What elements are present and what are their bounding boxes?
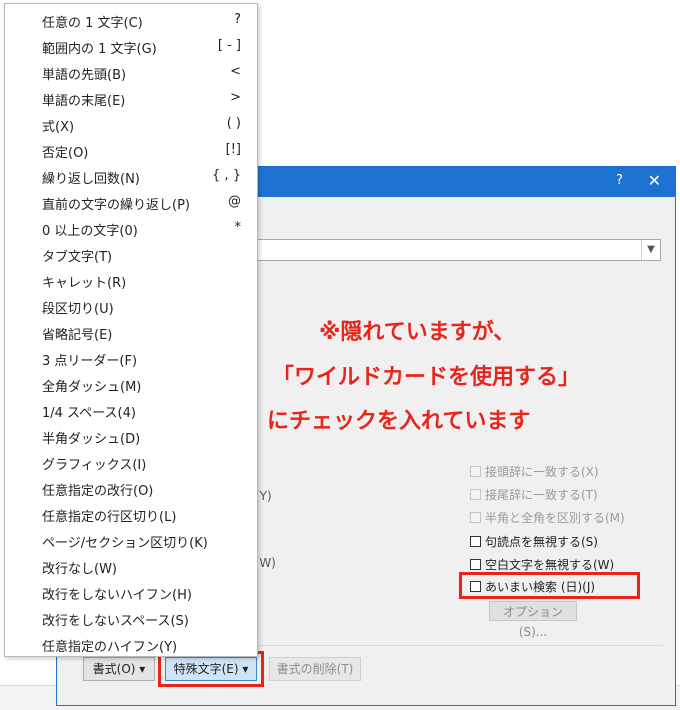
menu-item-label: 半角ダッシュ(D) (42, 432, 141, 447)
menu-item[interactable]: ページ/セクション区切り(K) (5, 528, 257, 554)
menu-item-label: 単語の先頭(B) (42, 68, 127, 83)
fuzzy-options-button[interactable]: オプション(S)... (489, 601, 577, 639)
checkbox[interactable] (470, 512, 481, 523)
option-label: 空白文字を無視する(W) (485, 558, 615, 572)
menu-item[interactable]: 式(X) ( ) (5, 112, 257, 138)
search-combo[interactable]: ▼ (257, 239, 661, 261)
format-button[interactable]: 書式(O) ▾ (83, 657, 155, 681)
match-width-option[interactable]: 半角と全角を区別する(M) (470, 509, 625, 526)
menu-item-label: ページ/セクション区切り(K) (42, 536, 208, 551)
menu-item-label: 改行をしないスペース(S) (42, 614, 189, 629)
menu-item-label: 改行をしないハイフン(H) (42, 588, 192, 603)
menu-item[interactable]: 否定(O) [!] (5, 138, 257, 164)
close-button[interactable]: ✕ (648, 171, 661, 190)
menu-item[interactable]: 直前の文字の繰り返し(P) @ (5, 190, 257, 216)
menu-item[interactable]: 半角ダッシュ(D) (5, 424, 257, 450)
menu-item[interactable]: 改行をしないハイフン(H) (5, 580, 257, 606)
menu-item-label: 3 点リーダー(F) (42, 354, 138, 369)
menu-item-shortcut: [ - ] (217, 38, 241, 53)
menu-item[interactable]: キャレット(R) (5, 268, 257, 294)
menu-item-shortcut: < (230, 64, 241, 79)
checkbox[interactable] (470, 489, 481, 500)
option-label: 接尾辞に一致する(T) (485, 488, 598, 502)
menu-item[interactable]: タブ文字(T) (5, 242, 257, 268)
menu-item-label: 省略記号(E) (42, 328, 113, 343)
special-characters-menu: 任意の 1 文字(C)? 範囲内の 1 文字(G) [ - ] 単語の先頭(B) <… (4, 3, 258, 657)
checkbox[interactable] (470, 559, 481, 570)
menu-item[interactable]: 任意指定の行区切り(L) (5, 502, 257, 528)
menu-item-label: 1/4 スペース(4) (42, 406, 136, 421)
menu-item-label: 直前の文字の繰り返し(P) (42, 198, 190, 213)
menu-item[interactable]: 任意指定のハイフン(Y) (5, 632, 257, 658)
menu-item-shortcut: ? (234, 12, 241, 27)
ignore-punctuation-option[interactable]: 句読点を無視する(S) (470, 533, 598, 550)
menu-item-label: 単語の末尾(E) (42, 94, 126, 109)
ignore-whitespace-option[interactable]: 空白文字を無視する(W) (470, 556, 614, 573)
menu-item[interactable]: 1/4 スペース(4) (5, 398, 257, 424)
help-button[interactable]: ? (616, 173, 623, 188)
menu-item-label: タブ文字(T) (42, 250, 113, 265)
menu-item[interactable]: 省略記号(E) (5, 320, 257, 346)
match-suffix-option[interactable]: 接尾辞に一致する(T) (470, 486, 598, 503)
menu-item-label: 段区切り(U) (42, 302, 114, 317)
menu-item-label: 範囲内の 1 文字(G) (42, 42, 157, 57)
menu-item-label: 任意指定のハイフン(Y) (42, 640, 178, 655)
menu-item-label: キャレット(R) (42, 276, 127, 291)
menu-item-label: 任意の 1 文字(C) (42, 16, 143, 31)
menu-item[interactable]: 単語の末尾(E) > (5, 86, 257, 112)
menu-item[interactable]: 任意の 1 文字(C)? (5, 8, 257, 34)
menu-item[interactable]: 繰り返し回数(N) { , } (5, 164, 257, 190)
menu-item-label: グラフィックス(I) (42, 458, 147, 473)
menu-item-label: 任意指定の改行(O) (42, 484, 154, 499)
checkbox[interactable] (470, 536, 481, 547)
match-prefix-option[interactable]: 接頭辞に一致する(X) (470, 463, 599, 480)
option-label: 半角と全角を区別する(M) (485, 511, 625, 525)
menu-item-label: 改行なし(W) (42, 562, 117, 577)
option-label: 句読点を無視する(S) (485, 535, 598, 549)
menu-item-shortcut: ( ) (226, 116, 241, 131)
menu-item[interactable]: グラフィックス(I) (5, 450, 257, 476)
menu-item[interactable]: 3 点リーダー(F) (5, 346, 257, 372)
menu-item-label: 0 以上の文字(0) (42, 224, 138, 239)
menu-item-shortcut: * (234, 220, 242, 235)
option-label: 接頭辞に一致する(X) (485, 465, 599, 479)
checkbox[interactable] (470, 466, 481, 477)
menu-item-label: 繰り返し回数(N) (42, 172, 140, 187)
menu-item[interactable]: 全角ダッシュ(M) (5, 372, 257, 398)
menu-item-shortcut: [!] (225, 142, 241, 157)
menu-item[interactable]: 単語の先頭(B) < (5, 60, 257, 86)
menu-item-label: 式(X) (42, 120, 75, 135)
fuzzy-search-highlight (459, 572, 640, 599)
clear-formatting-button[interactable]: 書式の削除(T) (269, 657, 361, 681)
menu-item-label: 全角ダッシュ(M) (42, 380, 142, 395)
annotation-line-2: 「ワイルドカードを使用する」 (272, 365, 581, 390)
menu-item-label: 任意指定の行区切り(L) (42, 510, 177, 525)
menu-item-label: 否定(O) (42, 146, 89, 161)
chevron-down-icon[interactable]: ▼ (641, 240, 660, 260)
annotation-line-1: ※隠れていますが、 (319, 320, 516, 345)
menu-item[interactable]: 範囲内の 1 文字(G) [ - ] (5, 34, 257, 60)
menu-item[interactable]: 任意指定の改行(O) (5, 476, 257, 502)
menu-item-shortcut: @ (228, 194, 241, 209)
menu-item[interactable]: 0 以上の文字(0) * (5, 216, 257, 242)
menu-item-shortcut: > (230, 90, 241, 105)
menu-item[interactable]: 改行なし(W) (5, 554, 257, 580)
menu-item[interactable]: 改行をしないスペース(S) (5, 606, 257, 632)
annotation-line-3: にチェックを入れています (267, 409, 531, 434)
menu-item-shortcut: { , } (212, 168, 241, 183)
menu-item[interactable]: 段区切り(U) (5, 294, 257, 320)
